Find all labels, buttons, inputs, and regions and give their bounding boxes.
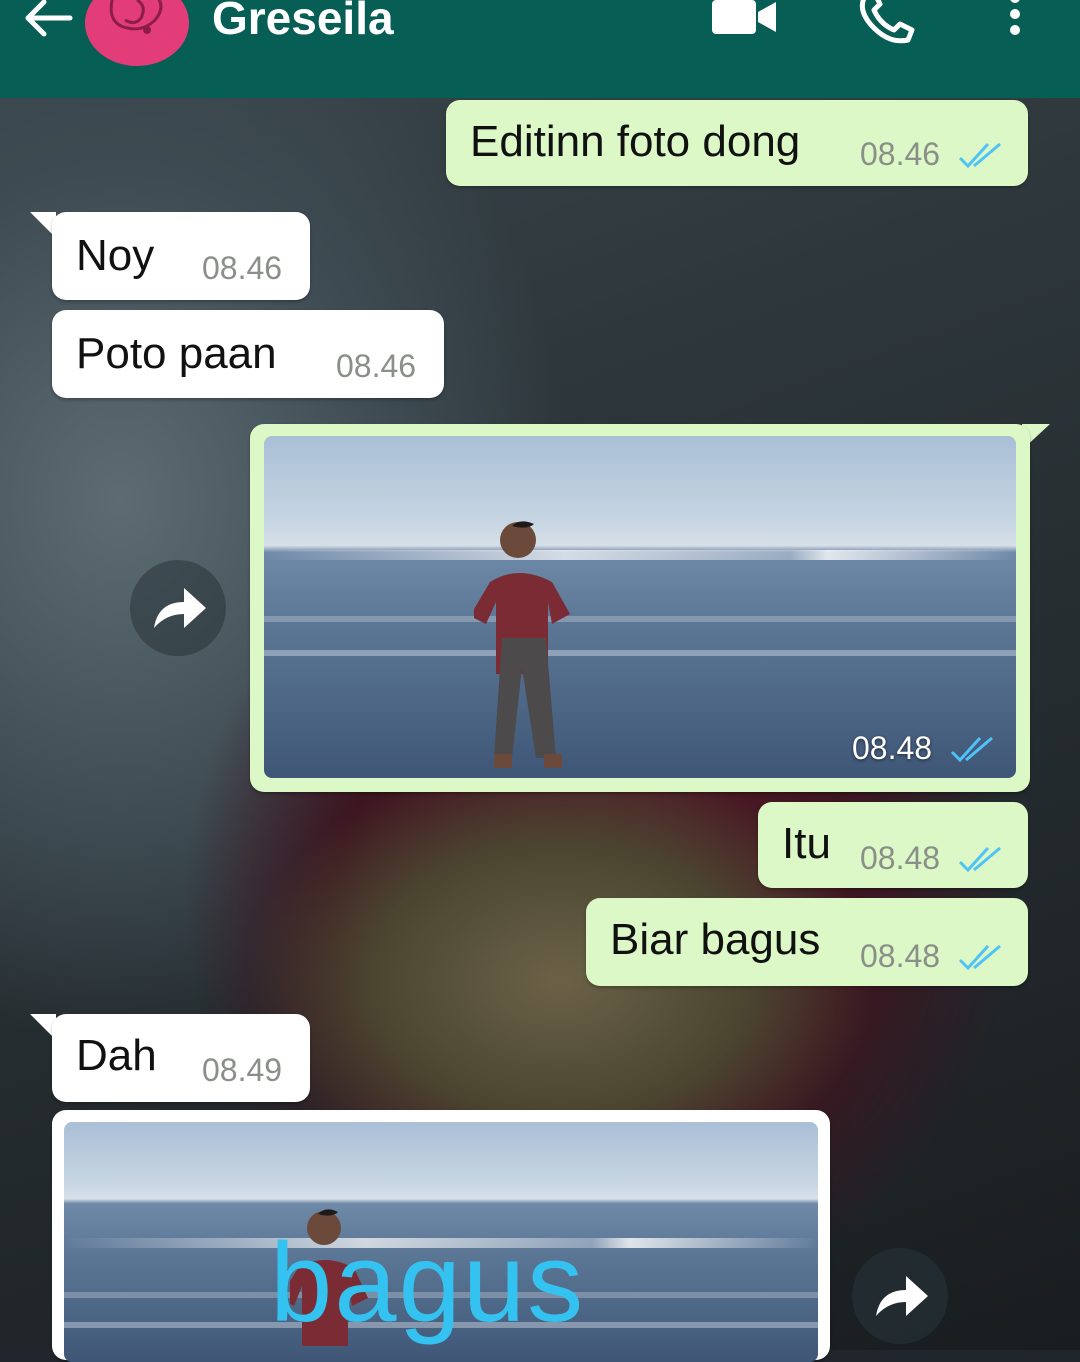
outgoing-message-bubble[interactable]: Editinn foto dong 08.46 <box>446 100 1028 186</box>
outgoing-photo-message[interactable]: 08.48 <box>250 424 1030 792</box>
message-time: 08.48 <box>860 840 941 876</box>
message-text: Poto paan <box>76 329 277 378</box>
back-arrow-icon[interactable] <box>18 0 78 40</box>
photo-detail <box>264 650 1016 656</box>
forward-icon <box>876 1276 928 1316</box>
outgoing-message-bubble[interactable]: Itu 08.48 <box>758 802 1028 888</box>
person-figure <box>474 521 570 768</box>
forward-button[interactable] <box>852 1248 948 1344</box>
message-text: Biar bagus <box>610 915 821 964</box>
avatar[interactable] <box>85 0 189 66</box>
message-time: 08.46 <box>202 250 283 286</box>
message-text: Noy <box>76 231 155 280</box>
read-receipt-icon <box>958 142 1001 168</box>
message-text: Dah <box>76 1031 157 1080</box>
outgoing-message-bubble[interactable]: Biar bagus 08.48 <box>586 898 1028 986</box>
message-time: 08.46 <box>336 348 417 384</box>
read-receipt-icon <box>950 736 993 762</box>
chat-header: Greseila <box>0 0 1080 98</box>
beach-photo[interactable] <box>264 436 1016 778</box>
video-call-icon[interactable] <box>712 0 778 38</box>
message-text: Editinn foto dong <box>470 117 801 166</box>
message-time: 08.49 <box>202 1052 283 1088</box>
incoming-message-bubble[interactable]: Dah 08.49 <box>52 1014 310 1102</box>
message-time: 08.48 <box>860 938 941 974</box>
message-text: Itu <box>782 819 831 868</box>
more-options-icon[interactable] <box>1003 0 1027 44</box>
message-time: 08.48 <box>852 730 933 766</box>
incoming-message-bubble[interactable]: Noy 08.46 <box>52 212 310 300</box>
voice-call-icon[interactable] <box>858 0 920 44</box>
forward-icon <box>154 588 206 628</box>
forward-button[interactable] <box>130 560 226 656</box>
message-time: 08.46 <box>860 136 941 172</box>
read-receipt-icon <box>958 944 1001 970</box>
read-receipt-icon <box>958 846 1001 872</box>
photo-overlay-text: bagus <box>270 1220 586 1345</box>
incoming-message-bubble[interactable]: Poto paan 08.46 <box>52 310 444 398</box>
photo-detail <box>264 550 1016 560</box>
contact-name[interactable]: Greseila <box>212 0 394 46</box>
photo-detail <box>264 616 1016 622</box>
